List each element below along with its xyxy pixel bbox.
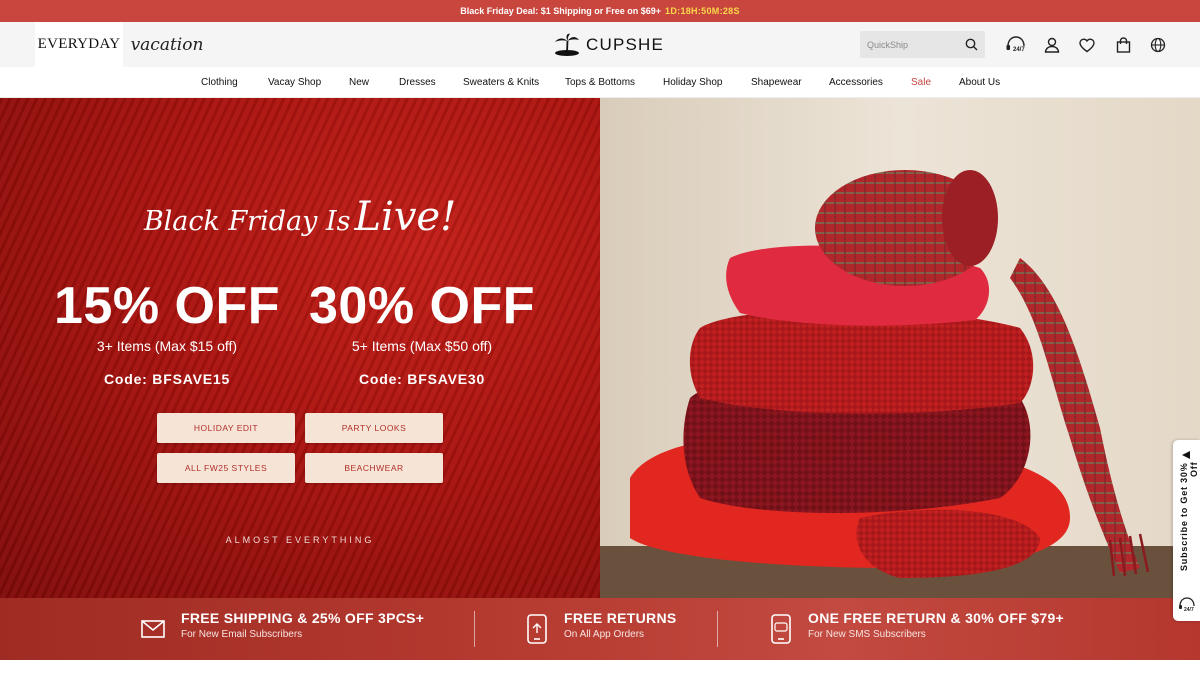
palm-tree-logo-icon bbox=[555, 33, 579, 56]
offer-30-off: 30% OFF 5+ Items (Max $50 off) Code: BFS… bbox=[292, 276, 552, 387]
brand-tab-everyday[interactable]: EVERYDAY bbox=[35, 22, 123, 67]
brand-tab-vacation[interactable]: vacation bbox=[123, 22, 211, 67]
phone-app-icon bbox=[526, 614, 548, 649]
support-chat-icon[interactable]: 24/7 bbox=[1178, 597, 1196, 618]
benefit-app[interactable]: FREE RETURNS On All App Orders bbox=[526, 610, 677, 649]
nav-item-vacay-shop[interactable]: Vacay Shop bbox=[268, 67, 321, 98]
promo-bar[interactable]: Black Friday Deal: $1 Shipping or Free o… bbox=[0, 0, 1200, 22]
offer-percent: 15% OFF bbox=[54, 277, 280, 335]
hero-headline: Black Friday Is Live! bbox=[0, 194, 600, 240]
hero-footnote: ALMOST EVERYTHING bbox=[225, 535, 375, 545]
benefit-title: FREE SHIPPING & 25% OFF 3PCS+ bbox=[181, 610, 425, 626]
divider bbox=[474, 611, 475, 647]
beachwear-button[interactable]: BEACHWEAR bbox=[305, 453, 443, 483]
site-header: EVERYDAY vacation CUPSHE 24/7 bbox=[0, 22, 1200, 67]
offer-code: Code: BFSAVE15 bbox=[103, 371, 231, 387]
benefit-title: ONE FREE RETURN & 30% OFF $79+ bbox=[808, 610, 1065, 626]
nav-item-sale[interactable]: Sale bbox=[911, 67, 931, 98]
nav-item-shapewear[interactable]: Shapewear bbox=[751, 67, 802, 98]
party-looks-button[interactable]: PARTY LOOKS bbox=[305, 413, 443, 443]
benefit-title: FREE RETURNS bbox=[564, 610, 677, 626]
benefit-subtitle: For New Email Subscribers bbox=[181, 629, 303, 640]
offer-code: Code: BFSAVE30 bbox=[358, 371, 486, 387]
globe-icon[interactable] bbox=[1149, 36, 1167, 54]
phone-sms-icon bbox=[770, 614, 792, 649]
nav-item-tops-bottoms[interactable]: Tops & Bottoms bbox=[565, 67, 635, 98]
holiday-edit-button[interactable]: HOLIDAY EDIT bbox=[157, 413, 295, 443]
subscribe-text: Subscribe to Get 30% Off bbox=[1179, 462, 1199, 571]
offer-condition: 5+ Items (Max $50 off) bbox=[351, 338, 493, 354]
envelope-icon bbox=[141, 620, 165, 643]
support-24-7-icon[interactable]: 24/7 bbox=[1005, 36, 1027, 54]
promo-countdown: 1D:18H:50M:28S bbox=[665, 6, 740, 16]
wishlist-heart-icon[interactable] bbox=[1078, 36, 1096, 54]
nav-item-about-us[interactable]: About Us bbox=[959, 67, 1000, 98]
benefit-subtitle: On All App Orders bbox=[564, 629, 645, 640]
benefit-sms[interactable]: ONE FREE RETURN & 30% OFF $79+ For New S… bbox=[770, 610, 1064, 649]
search-input[interactable] bbox=[867, 39, 962, 50]
bag-icon[interactable] bbox=[1114, 36, 1132, 54]
nav-item-clothing[interactable]: Clothing bbox=[201, 67, 238, 98]
hero-product-image bbox=[600, 98, 1200, 598]
offer-percent: 30% OFF bbox=[309, 277, 535, 335]
benefit-email[interactable]: FREE SHIPPING & 25% OFF 3PCS+ For New Em… bbox=[141, 610, 424, 643]
benefit-subtitle: For New SMS Subscribers bbox=[808, 629, 926, 640]
nav-item-holiday-shop[interactable]: Holiday Shop bbox=[663, 67, 722, 98]
chat-badge-text: 24/7 bbox=[1184, 607, 1194, 613]
subscribe-side-tab[interactable]: Subscribe to Get 30% Off 24/7 bbox=[1173, 440, 1200, 621]
main-nav: Clothing Vacay Shop New Dresses Sweaters… bbox=[0, 67, 1200, 98]
nav-item-sweaters-knits[interactable]: Sweaters & Knits bbox=[463, 67, 539, 98]
benefits-bar: FREE SHIPPING & 25% OFF 3PCS+ For New Em… bbox=[0, 598, 1200, 660]
hero-banner[interactable]: Black Friday Is Live! 15% OFF 3+ Items (M… bbox=[0, 98, 1200, 598]
nav-item-accessories[interactable]: Accessories bbox=[829, 67, 883, 98]
divider bbox=[717, 611, 718, 647]
all-fw25-styles-button[interactable]: ALL FW25 STYLES bbox=[157, 453, 295, 483]
headline-script-text: Live! bbox=[354, 194, 457, 240]
account-icon[interactable] bbox=[1043, 36, 1061, 54]
svg-text:24/7: 24/7 bbox=[1013, 47, 1025, 53]
logo-text: CUPSHE bbox=[586, 35, 665, 54]
offer-15-off: 15% OFF 3+ Items (Max $15 off) Code: BFS… bbox=[37, 276, 297, 387]
stacked-sweaters-image bbox=[600, 98, 1200, 598]
nav-item-new[interactable]: New bbox=[349, 67, 369, 98]
search-icon[interactable] bbox=[965, 38, 978, 56]
headline-text: Black Friday Is bbox=[143, 206, 351, 237]
search-box[interactable] bbox=[860, 31, 985, 58]
promo-text: Black Friday Deal: $1 Shipping or Free o… bbox=[460, 6, 662, 16]
offer-condition: 3+ Items (Max $15 off) bbox=[96, 338, 238, 354]
site-logo[interactable]: CUPSHE bbox=[553, 32, 664, 58]
nav-item-dresses[interactable]: Dresses bbox=[399, 67, 436, 98]
